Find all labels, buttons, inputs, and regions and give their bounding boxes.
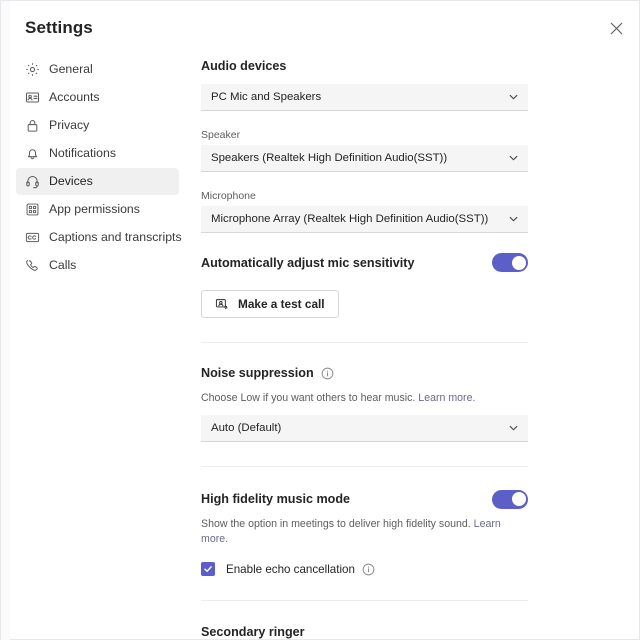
high-fidelity-description: Show the option in meetings to deliver h…: [201, 518, 471, 530]
chevron-down-icon: [508, 153, 519, 164]
chevron-down-icon: [508, 214, 519, 225]
high-fidelity-description-row: Show the option in meetings to deliver h…: [201, 517, 528, 547]
closed-caption-icon: [24, 230, 40, 246]
high-fidelity-row: High fidelity music mode: [201, 490, 528, 509]
sidebar-item-accounts[interactable]: Accounts: [16, 84, 179, 111]
phone-icon: [24, 258, 40, 274]
sidebar-item-notifications[interactable]: Notifications: [16, 140, 179, 167]
echo-cancellation-label: Enable echo cancellation: [226, 563, 355, 576]
sidebar-item-label: General: [49, 63, 93, 75]
headset-icon: [24, 174, 40, 190]
info-icon[interactable]: [362, 563, 375, 576]
noise-suppression-description: Choose Low if you want others to hear mu…: [201, 392, 415, 404]
sidebar-item-general[interactable]: General: [16, 56, 179, 83]
sidebar-item-calls[interactable]: Calls: [16, 252, 179, 279]
sidebar-item-label: Notifications: [49, 147, 116, 159]
sidebar-item-label: Calls: [49, 259, 76, 271]
sidebar-item-captions-and-transcripts[interactable]: Captions and transcripts: [16, 224, 179, 251]
speaker-select[interactable]: Speakers (Realtek High Definition Audio(…: [201, 145, 528, 172]
window-header: Settings: [10, 1, 640, 53]
sidebar-item-label: Privacy: [49, 119, 89, 131]
chevron-down-icon: [508, 92, 519, 103]
bell-icon: [24, 146, 40, 162]
audio-devices-select[interactable]: PC Mic and Speakers: [201, 84, 528, 111]
noise-suppression-description-row: Choose Low if you want others to hear mu…: [201, 391, 528, 406]
sidebar-item-label: Devices: [49, 175, 93, 187]
microphone-value: Microphone Array (Realtek High Definitio…: [211, 213, 488, 225]
high-fidelity-toggle[interactable]: [492, 490, 528, 509]
sidebar-item-label: Captions and transcripts: [49, 231, 182, 243]
auto-mic-sensitivity-row: Automatically adjust mic sensitivity: [201, 253, 528, 272]
noise-suppression-heading: Noise suppression: [201, 366, 528, 380]
noise-suppression-learn-more-link[interactable]: Learn more.: [418, 392, 475, 404]
settings-sidebar: General Accounts Privacy: [10, 56, 185, 280]
speaker-label: Speaker: [201, 129, 528, 141]
make-test-call-label: Make a test call: [238, 297, 325, 311]
audio-devices-value: PC Mic and Speakers: [211, 91, 321, 103]
noise-suppression-heading-text: Noise suppression: [201, 366, 314, 380]
audio-devices-heading: Audio devices: [201, 59, 528, 73]
auto-mic-sensitivity-toggle[interactable]: [492, 253, 528, 272]
settings-content: Audio devices PC Mic and Speakers Speake…: [201, 59, 528, 639]
toggle-knob: [512, 256, 526, 270]
echo-cancellation-row[interactable]: Enable echo cancellation: [201, 562, 528, 576]
lock-icon: [24, 118, 40, 134]
close-icon[interactable]: [603, 15, 629, 41]
microphone-select[interactable]: Microphone Array (Realtek High Definitio…: [201, 206, 528, 233]
left-edge-strip: [1, 1, 10, 640]
info-icon[interactable]: [321, 367, 334, 380]
test-call-icon: [215, 297, 229, 311]
sidebar-item-privacy[interactable]: Privacy: [16, 112, 179, 139]
settings-window: Settings General: [0, 0, 640, 640]
secondary-ringer-heading: Secondary ringer: [201, 625, 528, 639]
audio-devices-heading-text: Audio devices: [201, 59, 286, 73]
toggle-knob: [512, 492, 526, 506]
page-title: Settings: [25, 18, 93, 38]
auto-mic-sensitivity-label: Automatically adjust mic sensitivity: [201, 256, 414, 270]
sidebar-item-app-permissions[interactable]: App permissions: [16, 196, 179, 223]
high-fidelity-heading: High fidelity music mode: [201, 492, 350, 506]
make-test-call-button[interactable]: Make a test call: [201, 290, 339, 318]
noise-suppression-value: Auto (Default): [211, 422, 281, 434]
sidebar-item-label: Accounts: [49, 91, 100, 103]
id-card-icon: [24, 90, 40, 106]
echo-cancellation-checkbox[interactable]: [201, 562, 215, 576]
sidebar-item-label: App permissions: [49, 203, 140, 215]
microphone-label: Microphone: [201, 190, 528, 202]
chevron-down-icon: [508, 422, 519, 433]
gear-icon: [24, 62, 40, 78]
echo-cancellation-label-wrap: Enable echo cancellation: [226, 563, 375, 576]
noise-suppression-select[interactable]: Auto (Default): [201, 415, 528, 442]
grid-apps-icon: [24, 202, 40, 218]
sidebar-item-devices[interactable]: Devices: [16, 168, 179, 195]
speaker-value: Speakers (Realtek High Definition Audio(…: [211, 152, 447, 164]
